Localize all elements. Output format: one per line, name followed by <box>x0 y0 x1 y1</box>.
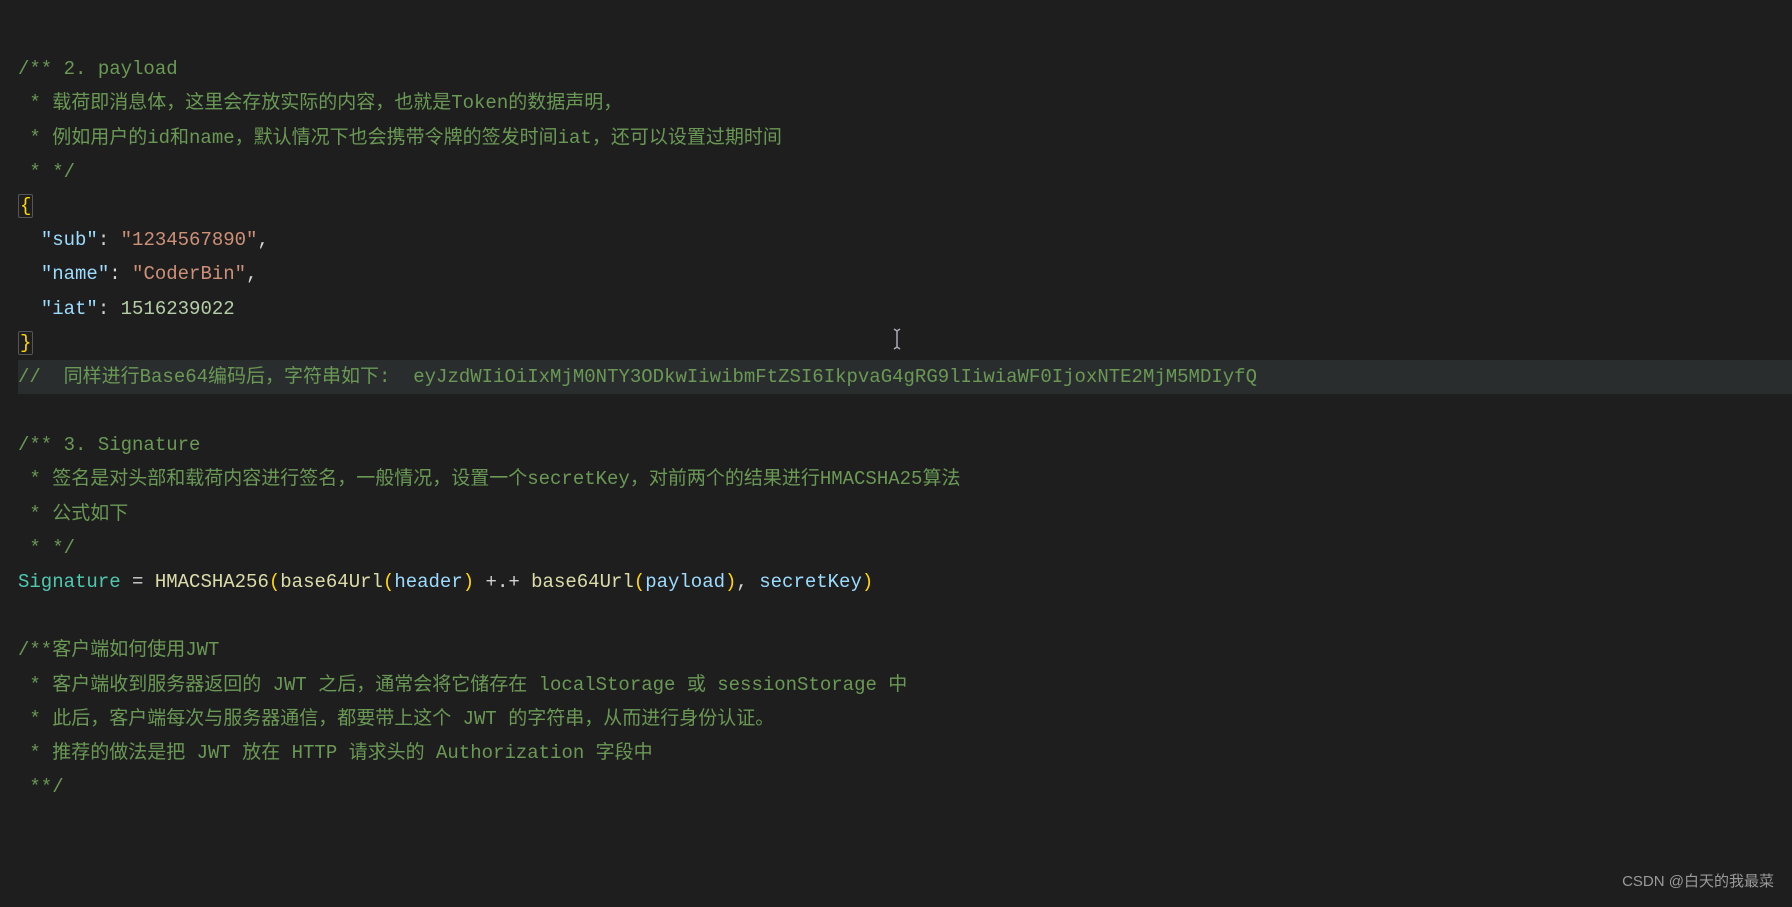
param: payload <box>645 571 725 593</box>
encoded-string: eyJzdWIiOiIxMjM0NTY3ODkwIiwibmFtZSI6Ikpv… <box>413 366 1257 388</box>
json-key: "iat" <box>41 298 98 320</box>
code-line: Signature = HMACSHA256(base64Url(header)… <box>18 571 873 593</box>
comment-line: /** 3. Signature <box>18 434 200 456</box>
comment-line: * */ <box>18 161 75 183</box>
brace-open: { <box>18 194 33 218</box>
comment-line: * 签名是对头部和载荷内容进行签名，一般情况，设置一个secretKey，对前两… <box>18 468 960 490</box>
json-value: "1234567890" <box>121 229 258 251</box>
comment-line: * */ <box>18 537 75 559</box>
param: header <box>394 571 462 593</box>
function-call: HMACSHA256 <box>155 571 269 593</box>
comment-line: /**客户端如何使用JWT <box>18 639 219 661</box>
comment-line: * 推荐的做法是把 JWT 放在 HTTP 请求头的 Authorization… <box>18 742 653 764</box>
json-key: "sub" <box>41 229 98 251</box>
json-key: "name" <box>41 263 109 285</box>
comment-line: * 此后，客户端每次与服务器通信，都要带上这个 JWT 的字符串，从而进行身份认… <box>18 708 774 730</box>
json-line: "iat": 1516239022 <box>18 298 235 320</box>
param: secretKey <box>759 571 862 593</box>
comment-line: // 同样进行Base64编码后，字符串如下: <box>18 366 413 388</box>
code-editor[interactable]: /** 2. payload * 载荷即消息体，这里会存放实际的内容，也就是To… <box>18 18 1792 804</box>
comment-line: **/ <box>18 776 64 798</box>
comment-line: * 公式如下 <box>18 503 128 525</box>
json-value: "CoderBin" <box>132 263 246 285</box>
comment-line: * 例如用户的id和name，默认情况下也会携带令牌的签发时间iat，还可以设置… <box>18 127 782 149</box>
json-line: "sub": "1234567890", <box>18 229 269 251</box>
json-value: 1516239022 <box>121 298 235 320</box>
identifier: Signature <box>18 571 121 593</box>
watermark: CSDN @白天的我最菜 <box>1622 868 1774 895</box>
comment-line: /** 2. payload <box>18 58 178 80</box>
brace-close: } <box>18 331 33 355</box>
comment-line: * 载荷即消息体，这里会存放实际的内容，也就是Token的数据声明， <box>18 92 622 114</box>
highlighted-line: // 同样进行Base64编码后，字符串如下: eyJzdWIiOiIxMjM0… <box>18 360 1792 394</box>
function-call: base64Url <box>280 571 383 593</box>
json-line: "name": "CoderBin", <box>18 263 257 285</box>
function-call: base64Url <box>531 571 634 593</box>
comment-line: * 客户端收到服务器返回的 JWT 之后，通常会将它储存在 localStora… <box>18 674 907 696</box>
